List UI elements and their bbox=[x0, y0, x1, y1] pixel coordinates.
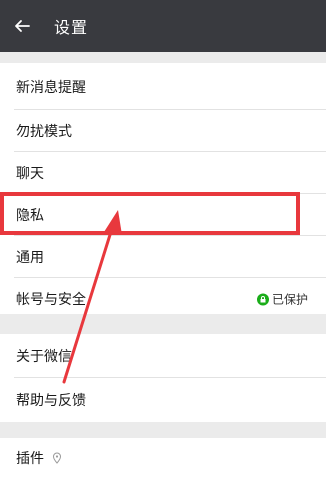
row-help-feedback[interactable]: 帮助与反馈 bbox=[0, 378, 326, 422]
row-general[interactable]: 通用 bbox=[0, 236, 326, 278]
page-title: 设置 bbox=[54, 18, 89, 37]
privacy-highlight-box bbox=[0, 192, 300, 235]
back-arrow-icon[interactable] bbox=[0, 0, 44, 52]
row-label: 插件 bbox=[16, 451, 44, 467]
row-label: 聊天 bbox=[16, 166, 44, 182]
row-label: 通用 bbox=[16, 250, 44, 266]
row-label: 帮助与反馈 bbox=[16, 393, 86, 409]
settings-group-about: 关于微信 帮助与反馈 bbox=[0, 334, 326, 422]
settings-group-plugins: 插件 bbox=[0, 438, 326, 478]
row-account-security[interactable]: 帐号与安全 已保护 bbox=[0, 278, 326, 320]
settings-group-main: 新消息提醒 勿扰模式 聊天 隐私 通用 帐号与安全 已保护 bbox=[0, 63, 326, 314]
row-label: 关于微信 bbox=[16, 349, 72, 365]
settings-screen: 设置 新消息提醒 勿扰模式 聊天 隐私 通用 帐号与安全 已保护 关于微信 帮助… bbox=[0, 0, 326, 478]
lock-icon bbox=[256, 293, 269, 305]
top-bar: 设置 bbox=[0, 0, 326, 52]
row-about-wechat[interactable]: 关于微信 bbox=[0, 334, 326, 378]
protection-status: 已保护 bbox=[256, 291, 308, 308]
row-do-not-disturb[interactable]: 勿扰模式 bbox=[0, 110, 326, 152]
row-new-message-alert[interactable]: 新消息提醒 bbox=[0, 63, 326, 110]
row-chat[interactable]: 聊天 bbox=[0, 152, 326, 194]
row-label: 帐号与安全 bbox=[16, 292, 86, 308]
location-pin-icon bbox=[52, 452, 62, 464]
row-label: 新消息提醒 bbox=[16, 79, 86, 96]
protection-status-label: 已保护 bbox=[271, 292, 308, 307]
row-plugins[interactable]: 插件 bbox=[0, 438, 326, 478]
row-label: 勿扰模式 bbox=[16, 124, 72, 140]
